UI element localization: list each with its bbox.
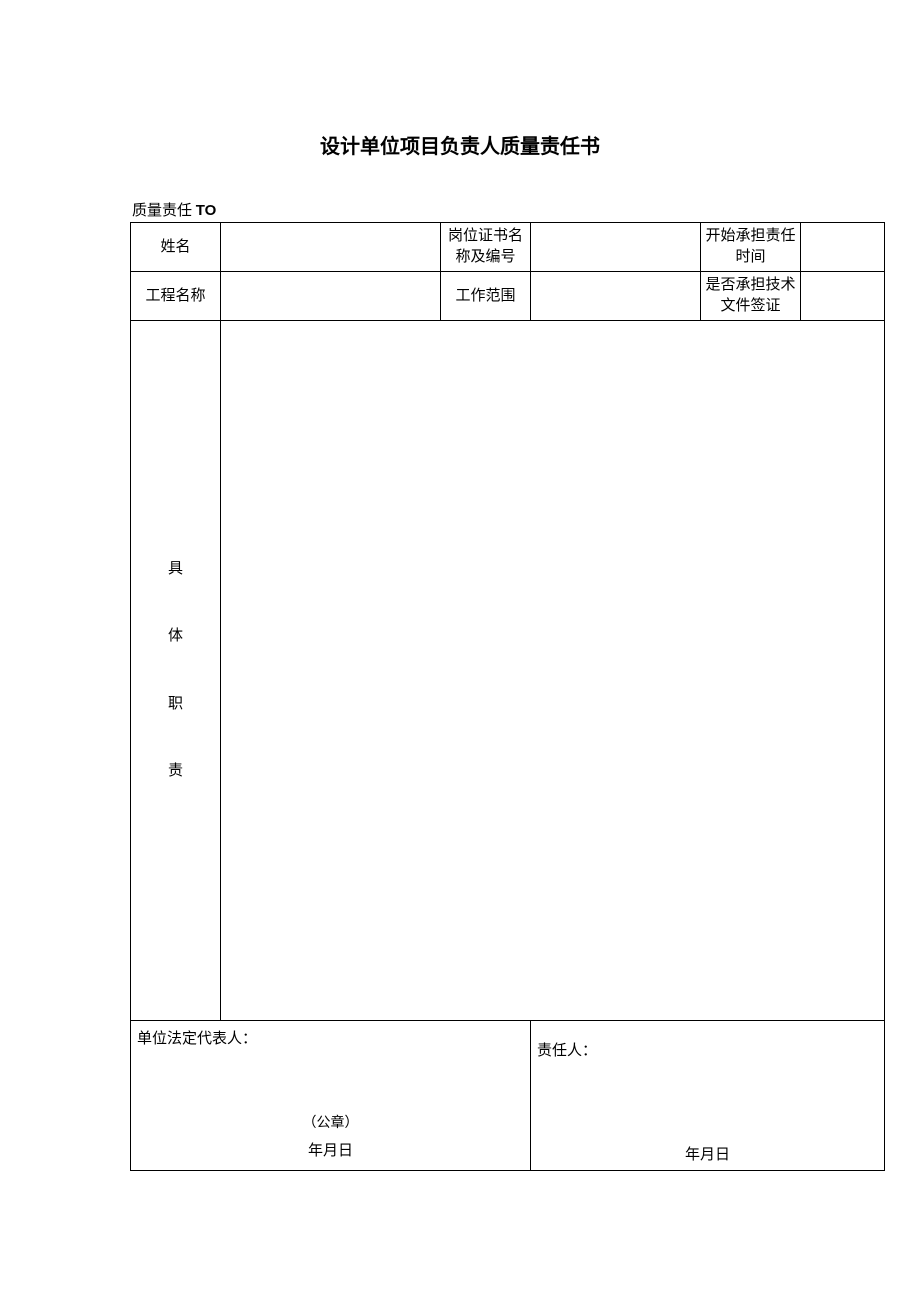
project-name-value	[221, 272, 441, 321]
table-row: 姓名 岗位证书名称及编号 开始承担责任时间	[131, 223, 885, 272]
duties-content-cell	[221, 321, 885, 1021]
seal-label: （公章）	[131, 1112, 530, 1132]
signature-left-cell: 单位法定代表人： （公章） 年月日	[131, 1021, 531, 1171]
duties-char-1: 具	[168, 561, 183, 577]
signature-right-cell: 责任人： 年月日	[531, 1021, 885, 1171]
project-name-label: 工程名称	[131, 272, 221, 321]
start-time-value	[801, 223, 885, 272]
cert-label: 岗位证书名称及编号	[441, 223, 531, 272]
subtitle-prefix: 质量责任	[132, 203, 196, 219]
tech-sign-label: 是否承担技术文件签证	[701, 272, 801, 321]
table-row: 具 体 职 责	[131, 321, 885, 1021]
tech-sign-value	[801, 272, 885, 321]
document-title: 设计单位项目负责人质量责任书	[130, 130, 790, 159]
duties-label-cell: 具 体 职 责	[131, 321, 221, 1021]
table-row: 单位法定代表人： （公章） 年月日 责任人： 年月日	[131, 1021, 885, 1171]
duties-label-text: 具 体 职 责	[131, 536, 220, 806]
duties-char-4: 责	[168, 763, 183, 779]
table-row: 工程名称 工作范围 是否承担技术文件签证	[131, 272, 885, 321]
signature-date-left: 年月日	[131, 1139, 530, 1160]
name-value	[221, 223, 441, 272]
responsibility-table: 姓名 岗位证书名称及编号 开始承担责任时间 工程名称 工作范围 是否承担技术文件…	[130, 222, 885, 1171]
duties-char-2: 体	[168, 628, 183, 644]
duties-char-3: 职	[168, 696, 183, 712]
name-label: 姓名	[131, 223, 221, 272]
subtitle-line: 质量责任 TO	[130, 199, 790, 220]
responsible-person-label: 责任人：	[537, 1039, 876, 1060]
legal-rep-label: 单位法定代表人：	[137, 1027, 522, 1048]
work-scope-value	[531, 272, 701, 321]
signature-date-right: 年月日	[531, 1143, 884, 1164]
start-time-label: 开始承担责任时间	[701, 223, 801, 272]
cert-value	[531, 223, 701, 272]
subtitle-to: TO	[196, 202, 217, 219]
work-scope-label: 工作范围	[441, 272, 531, 321]
